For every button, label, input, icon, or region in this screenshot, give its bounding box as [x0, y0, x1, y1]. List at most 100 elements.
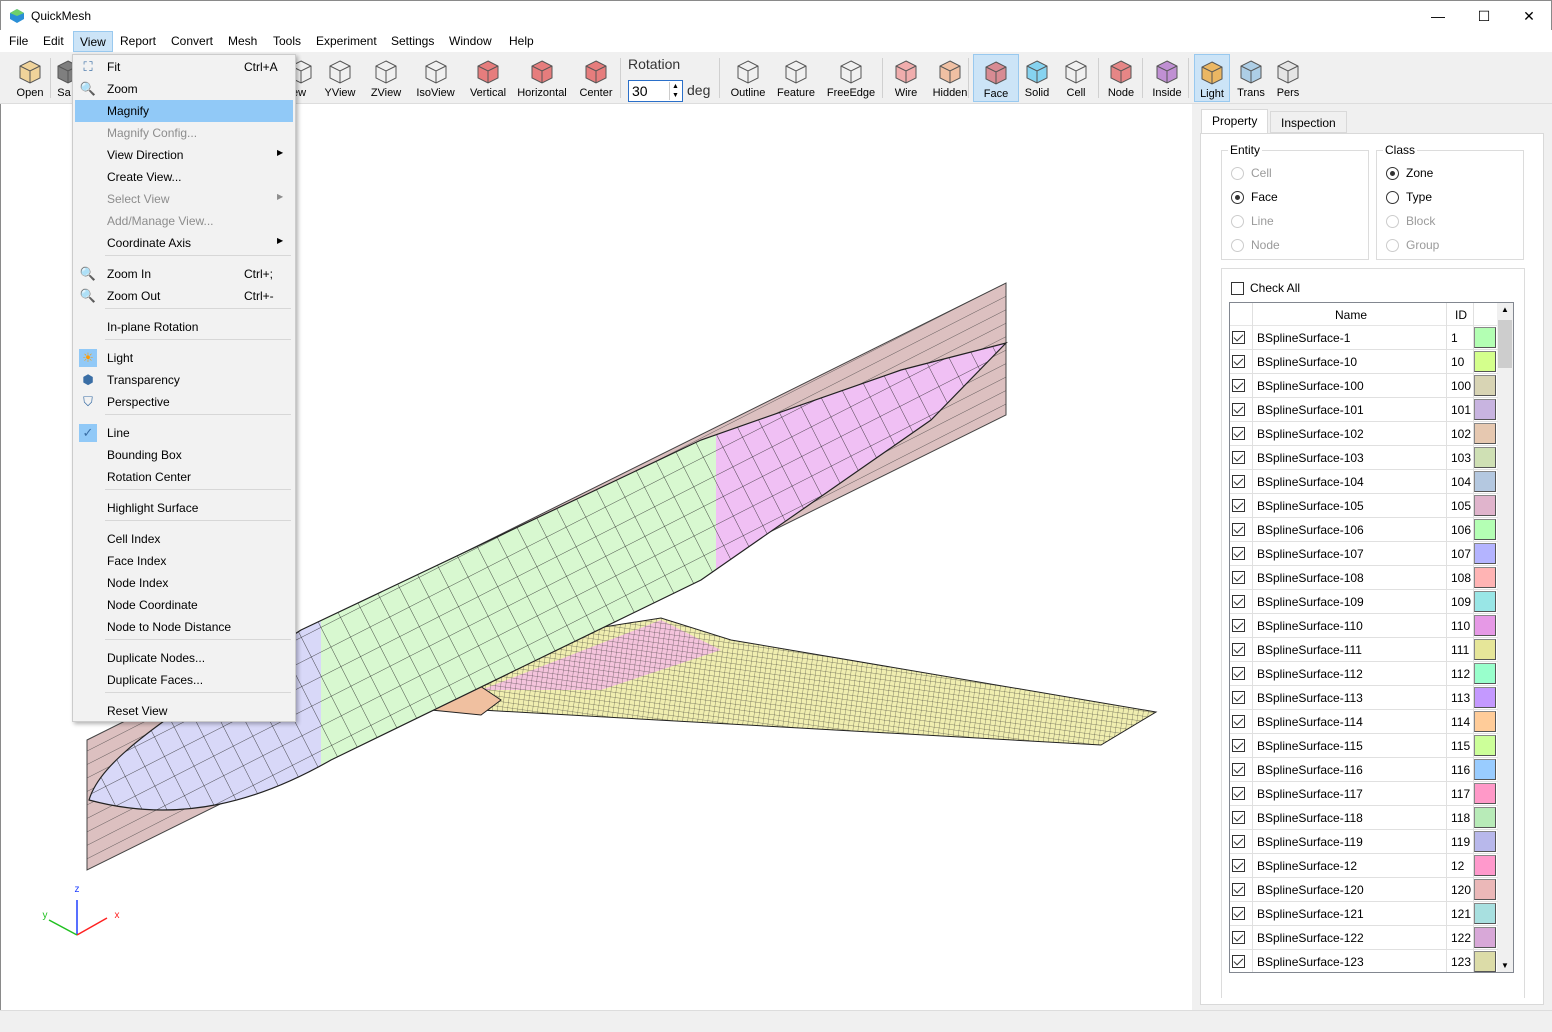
color-swatch[interactable] [1474, 783, 1496, 804]
color-swatch[interactable] [1474, 615, 1496, 636]
toolbar-button-feature[interactable]: Feature [775, 54, 817, 102]
color-swatch[interactable] [1474, 879, 1496, 900]
menu-item-node-coordinate[interactable]: Node Coordinate [75, 594, 293, 616]
column-header-id[interactable]: ID [1455, 308, 1467, 322]
menu-view[interactable]: View [73, 31, 113, 52]
table-row[interactable]: BSplineSurface-12 12 [1230, 854, 1498, 878]
toolbar-button-open[interactable]: Open [12, 54, 48, 102]
row-checkbox[interactable] [1232, 739, 1245, 752]
table-row[interactable]: BSplineSurface-122 122 [1230, 926, 1498, 950]
menu-item-add-manage-view[interactable]: Add/Manage View... [75, 210, 293, 232]
table-row[interactable]: BSplineSurface-109 109 [1230, 590, 1498, 614]
row-checkbox[interactable] [1232, 811, 1245, 824]
row-checkbox[interactable] [1232, 451, 1245, 464]
color-swatch[interactable] [1474, 447, 1496, 468]
table-row[interactable]: BSplineSurface-10 10 [1230, 350, 1498, 374]
color-swatch[interactable] [1474, 639, 1496, 660]
color-swatch[interactable] [1474, 471, 1496, 492]
menu-convert[interactable]: Convert [171, 34, 213, 48]
toolbar-button-horizontal[interactable]: Horizontal [516, 54, 568, 102]
row-checkbox[interactable] [1232, 403, 1245, 416]
toolbar-button-pers[interactable]: Pers [1270, 54, 1306, 102]
menu-item-zoom-out[interactable]: 🔍 Zoom Out Ctrl+- [75, 285, 293, 307]
menu-item-duplicate-nodes[interactable]: Duplicate Nodes... [75, 647, 293, 669]
row-checkbox[interactable] [1232, 571, 1245, 584]
table-row[interactable]: BSplineSurface-116 116 [1230, 758, 1498, 782]
toolbar-button-node[interactable]: Node [1101, 54, 1141, 102]
table-row[interactable]: BSplineSurface-113 113 [1230, 686, 1498, 710]
menu-item-fit[interactable]: ⛶ Fit Ctrl+A [75, 56, 293, 78]
rotation-spinner[interactable]: ▲ ▼ [669, 82, 681, 100]
color-swatch[interactable] [1474, 711, 1496, 732]
color-swatch[interactable] [1474, 399, 1496, 420]
menu-item-rotation-center[interactable]: Rotation Center [75, 466, 293, 488]
table-row[interactable]: BSplineSurface-111 111 [1230, 638, 1498, 662]
toolbar-button-inside[interactable]: Inside [1147, 54, 1187, 102]
row-checkbox[interactable] [1232, 355, 1245, 368]
toolbar-button-vertical[interactable]: Vertical [466, 54, 510, 102]
color-swatch[interactable] [1474, 759, 1496, 780]
menu-item-view-direction[interactable]: View Direction ▶ [75, 144, 293, 166]
table-row[interactable]: BSplineSurface-118 118 [1230, 806, 1498, 830]
rotation-input[interactable]: 30 ▲ ▼ [628, 80, 683, 102]
radio-button[interactable] [1386, 190, 1399, 204]
row-checkbox[interactable] [1232, 379, 1245, 392]
table-row[interactable]: BSplineSurface-103 103 [1230, 446, 1498, 470]
row-checkbox[interactable] [1232, 883, 1245, 896]
table-row[interactable]: BSplineSurface-107 107 [1230, 542, 1498, 566]
color-swatch[interactable] [1474, 423, 1496, 444]
toolbar-button-center[interactable]: Center [576, 54, 616, 102]
check-all-checkbox[interactable] [1231, 281, 1244, 295]
toolbar-button-hidden[interactable]: Hidden [929, 54, 971, 102]
class-option-type[interactable]: Type [1386, 190, 1432, 204]
toolbar-button-outline[interactable]: Outline [728, 54, 768, 102]
table-row[interactable]: BSplineSurface-105 105 [1230, 494, 1498, 518]
toolbar-button-cell[interactable]: Cell [1058, 54, 1094, 102]
menu-item-bounding-box[interactable]: Bounding Box [75, 444, 293, 466]
color-swatch[interactable] [1474, 567, 1496, 588]
scroll-down-icon[interactable]: ▼ [1501, 961, 1509, 970]
column-header-name[interactable]: Name [1335, 308, 1367, 322]
table-row[interactable]: BSplineSurface-110 110 [1230, 614, 1498, 638]
color-swatch[interactable] [1474, 807, 1496, 828]
row-checkbox[interactable] [1232, 859, 1245, 872]
color-swatch[interactable] [1474, 903, 1496, 924]
row-checkbox[interactable] [1232, 955, 1245, 968]
menu-item-coordinate-axis[interactable]: Coordinate Axis ▶ [75, 232, 293, 254]
row-checkbox[interactable] [1232, 499, 1245, 512]
color-swatch[interactable] [1474, 663, 1496, 684]
radio-button[interactable] [1386, 166, 1399, 180]
row-checkbox[interactable] [1232, 619, 1245, 632]
menu-settings[interactable]: Settings [391, 34, 434, 48]
menu-item-zoom-in[interactable]: 🔍 Zoom In Ctrl+; [75, 263, 293, 285]
toolbar-button-solid[interactable]: Solid [1019, 54, 1055, 102]
table-row[interactable]: BSplineSurface-123 123 [1230, 950, 1498, 972]
menu-item-duplicate-faces[interactable]: Duplicate Faces... [75, 669, 293, 691]
row-checkbox[interactable] [1232, 475, 1245, 488]
color-swatch[interactable] [1474, 519, 1496, 540]
radio-button[interactable] [1231, 190, 1244, 204]
menu-help[interactable]: Help [509, 34, 534, 48]
menu-experiment[interactable]: Experiment [316, 34, 377, 48]
row-checkbox[interactable] [1232, 907, 1245, 920]
minimize-button[interactable]: — [1415, 1, 1461, 31]
row-checkbox[interactable] [1232, 595, 1245, 608]
color-swatch[interactable] [1474, 495, 1496, 516]
color-swatch[interactable] [1474, 351, 1496, 372]
row-checkbox[interactable] [1232, 667, 1245, 680]
tab-property[interactable]: Property [1201, 109, 1269, 134]
table-row[interactable]: BSplineSurface-100 100 [1230, 374, 1498, 398]
row-checkbox[interactable] [1232, 427, 1245, 440]
table-row[interactable]: BSplineSurface-117 117 [1230, 782, 1498, 806]
table-row[interactable]: BSplineSurface-112 112 [1230, 662, 1498, 686]
toolbar-button-zview[interactable]: ZView [368, 54, 404, 102]
menu-item-magnify[interactable]: Magnify [75, 100, 293, 122]
table-row[interactable]: BSplineSurface-119 119 [1230, 830, 1498, 854]
class-option-zone[interactable]: Zone [1386, 166, 1433, 180]
color-swatch[interactable] [1474, 951, 1496, 972]
color-swatch[interactable] [1474, 543, 1496, 564]
table-row[interactable]: BSplineSurface-104 104 [1230, 470, 1498, 494]
table-row[interactable]: BSplineSurface-1 1 [1230, 326, 1498, 350]
row-checkbox[interactable] [1232, 643, 1245, 656]
color-swatch[interactable] [1474, 375, 1496, 396]
